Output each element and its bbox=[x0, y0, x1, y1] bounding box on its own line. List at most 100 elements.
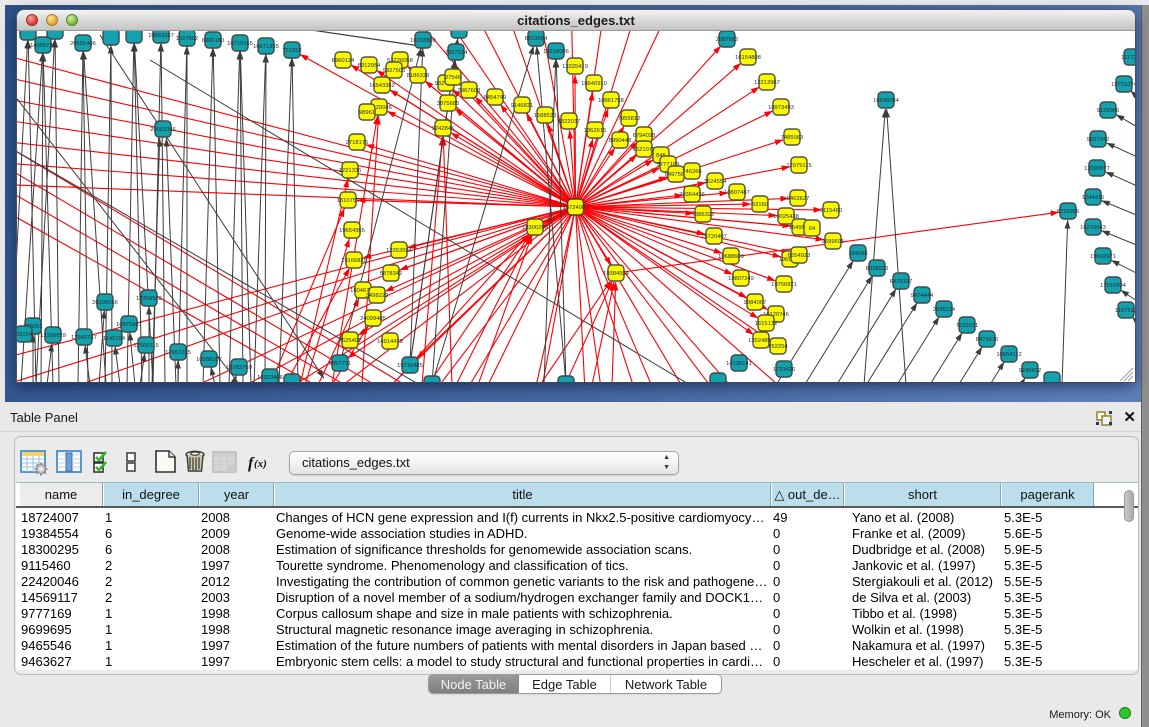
svg-text:13325419: 13325419 bbox=[562, 64, 588, 70]
svg-text:164095: 164095 bbox=[848, 251, 867, 257]
svg-text:19654955: 19654955 bbox=[339, 228, 365, 234]
svg-text:1167533: 1167533 bbox=[1115, 308, 1135, 314]
svg-text:62160: 62160 bbox=[752, 202, 768, 208]
svg-text:1733426: 1733426 bbox=[773, 367, 796, 373]
svg-text:9242845: 9242845 bbox=[432, 126, 455, 132]
svg-text:9227342: 9227342 bbox=[1087, 137, 1110, 143]
svg-text:14136141: 14136141 bbox=[726, 361, 752, 367]
svg-text:10719155: 10719155 bbox=[227, 41, 253, 47]
svg-text:15720407: 15720407 bbox=[701, 234, 727, 240]
svg-text:7632621: 7632621 bbox=[956, 323, 979, 329]
svg-text:18300295: 18300295 bbox=[522, 225, 548, 231]
svg-text:9327503: 9327503 bbox=[383, 68, 406, 74]
svg-text:6554923: 6554923 bbox=[788, 253, 811, 259]
svg-text:20364436: 20364436 bbox=[679, 192, 705, 198]
svg-text:17016504: 17016504 bbox=[1100, 283, 1127, 289]
svg-text:18724007: 18724007 bbox=[563, 205, 589, 211]
svg-text:39154: 39154 bbox=[17, 332, 33, 338]
svg-text:16671355: 16671355 bbox=[253, 44, 279, 50]
svg-text:20053346: 20053346 bbox=[150, 127, 176, 133]
svg-text:16782759: 16782759 bbox=[226, 365, 252, 371]
svg-text:(x): (x) bbox=[254, 458, 267, 470]
svg-text:1615132: 1615132 bbox=[755, 321, 778, 327]
svg-text:5878342: 5878342 bbox=[380, 271, 403, 277]
svg-text:19692971: 19692971 bbox=[1090, 254, 1116, 260]
svg-text:64: 64 bbox=[809, 226, 816, 232]
svg-text:9084067: 9084067 bbox=[744, 300, 767, 306]
svg-text:1810755: 1810755 bbox=[337, 198, 360, 204]
svg-text:12156829: 12156829 bbox=[40, 333, 66, 339]
svg-text:12093877: 12093877 bbox=[1084, 166, 1110, 172]
svg-text:1145194: 1145194 bbox=[103, 336, 126, 342]
svg-text:16033809: 16033809 bbox=[410, 38, 436, 44]
svg-text:3875685: 3875685 bbox=[437, 101, 460, 107]
svg-text:1621072: 1621072 bbox=[633, 147, 656, 153]
svg-text:13353594: 13353594 bbox=[386, 248, 413, 254]
svg-text:746266: 746266 bbox=[682, 169, 701, 175]
svg-text:9857791: 9857791 bbox=[329, 361, 352, 367]
svg-text:7886322: 7886322 bbox=[692, 212, 715, 218]
svg-text:9474444: 9474444 bbox=[911, 293, 934, 299]
svg-text:8186328: 8186328 bbox=[407, 73, 430, 79]
svg-text:9115460: 9115460 bbox=[820, 208, 842, 214]
svg-text:8471676: 8471676 bbox=[976, 337, 999, 343]
svg-text:8960124: 8960124 bbox=[332, 58, 355, 64]
svg-text:1362615: 1362615 bbox=[584, 128, 607, 134]
svg-text:12505115: 12505115 bbox=[133, 343, 158, 349]
svg-text:1221336: 1221336 bbox=[339, 168, 362, 174]
svg-text:12213967: 12213967 bbox=[754, 80, 780, 86]
svg-text:19384554: 19384554 bbox=[603, 271, 630, 277]
svg-text:12975115: 12975115 bbox=[786, 163, 811, 169]
svg-text:2935114: 2935114 bbox=[933, 307, 956, 313]
svg-text:17359928: 17359928 bbox=[136, 296, 162, 302]
svg-text:18640910: 18640910 bbox=[581, 81, 607, 87]
svg-text:14914479: 14914479 bbox=[377, 339, 403, 345]
svg-text:15751074: 15751074 bbox=[1111, 82, 1135, 88]
svg-text:10958107: 10958107 bbox=[196, 357, 222, 363]
svg-text:1588520: 1588520 bbox=[534, 113, 557, 119]
svg-text:9245652: 9245652 bbox=[1019, 368, 1042, 374]
svg-text:12923466: 12923466 bbox=[257, 375, 283, 381]
svg-text:8454749: 8454749 bbox=[484, 95, 507, 101]
svg-text:10654112: 10654112 bbox=[996, 352, 1021, 358]
svg-text:16543362: 16543362 bbox=[369, 83, 395, 89]
svg-text:9463627: 9463627 bbox=[787, 196, 810, 202]
svg-text:10653267: 10653267 bbox=[148, 33, 174, 39]
svg-text:24099485: 24099485 bbox=[360, 316, 386, 322]
svg-text:8813054: 8813054 bbox=[525, 36, 548, 42]
svg-text:16648784: 16648784 bbox=[873, 98, 900, 104]
svg-text:16210643: 16210643 bbox=[1080, 225, 1106, 231]
svg-text:9146821: 9146821 bbox=[511, 103, 534, 109]
svg-text:751552: 751552 bbox=[282, 48, 301, 54]
svg-text:1527602: 1527602 bbox=[176, 36, 199, 42]
svg-text:1117278: 1117278 bbox=[1121, 55, 1135, 61]
svg-text:17957225: 17957225 bbox=[165, 350, 191, 356]
svg-text:8215955: 8215955 bbox=[1057, 209, 1080, 215]
svg-text:8938923: 8938923 bbox=[866, 266, 889, 272]
svg-text:26206556: 26206556 bbox=[92, 300, 118, 306]
svg-text:6479197: 6479197 bbox=[890, 279, 913, 285]
svg-text:7625402: 7625402 bbox=[339, 338, 362, 344]
svg-text:3498222: 3498222 bbox=[366, 293, 389, 299]
svg-text:19218506: 19218506 bbox=[543, 49, 569, 55]
svg-text:27546: 27546 bbox=[445, 75, 461, 81]
svg-text:10961758: 10961758 bbox=[598, 98, 624, 104]
svg-text:6794028: 6794028 bbox=[633, 133, 656, 139]
svg-text:10973493: 10973493 bbox=[768, 105, 794, 111]
svg-text:9129966: 9129966 bbox=[1097, 108, 1120, 114]
svg-text:15716485: 15716485 bbox=[397, 363, 423, 369]
svg-text:2967608: 2967608 bbox=[458, 88, 481, 94]
svg-text:7485063: 7485063 bbox=[781, 135, 804, 141]
svg-text:19756921: 19756921 bbox=[771, 282, 797, 288]
svg-text:20691406: 20691406 bbox=[70, 41, 96, 47]
svg-text:8322037: 8322037 bbox=[558, 119, 581, 125]
svg-text:14055724: 14055724 bbox=[30, 43, 57, 49]
svg-text:1244415: 1244415 bbox=[1082, 195, 1105, 201]
svg-text:2718176: 2718176 bbox=[346, 140, 369, 146]
svg-text:8912954: 8912954 bbox=[358, 63, 381, 69]
svg-text:10807487: 10807487 bbox=[724, 190, 750, 196]
svg-text:252254: 252254 bbox=[768, 344, 788, 350]
svg-text:7955812: 7955812 bbox=[618, 116, 641, 122]
svg-text:10688609: 10688609 bbox=[718, 254, 744, 260]
svg-text:12342737: 12342737 bbox=[71, 335, 97, 341]
